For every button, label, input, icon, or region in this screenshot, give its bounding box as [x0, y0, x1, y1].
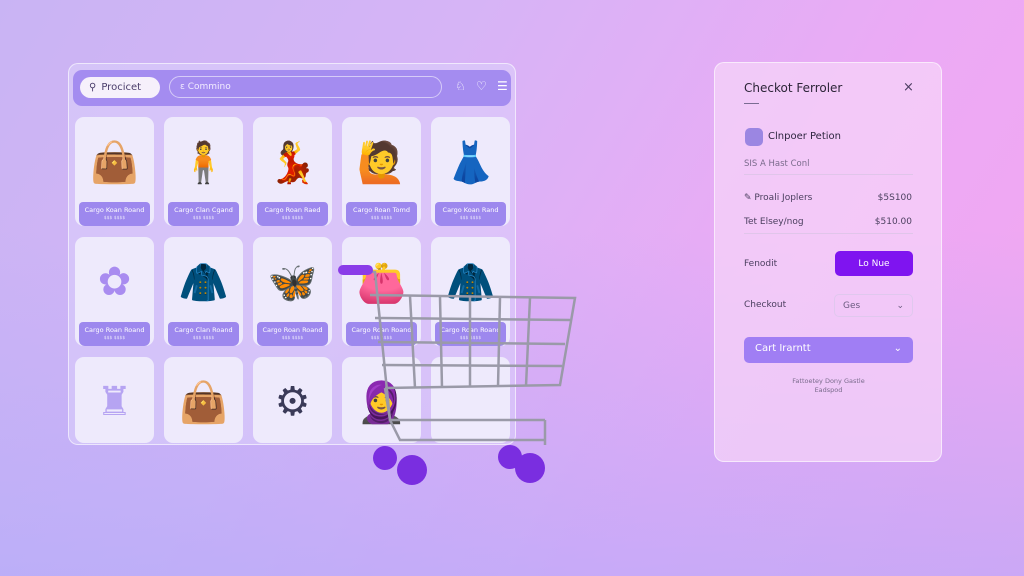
- store-header: ⚲ Procicet ɛ Commino ♘ ♡ ☰: [73, 70, 511, 106]
- woman-icon: 🙋: [356, 139, 407, 186]
- tag-icon: ✎: [744, 193, 755, 203]
- product-label: Cargo Roan Raed $$$ $$$$: [257, 202, 328, 226]
- checkout-label: Checkout: [744, 300, 787, 310]
- product-card[interactable]: 🙋 Cargo Roan Tomd $$$ $$$$: [342, 117, 421, 226]
- close-icon[interactable]: ×: [903, 80, 914, 95]
- product-card[interactable]: 💃 Cargo Roan Raed $$$ $$$$: [253, 117, 332, 226]
- product-subtitle: SIS A Hast Conl: [744, 159, 810, 169]
- product-card[interactable]: 👗 Cargo Koan Rand $$$ $$$$: [431, 117, 510, 226]
- search-input[interactable]: ɛ Commino: [169, 76, 442, 98]
- menu-icon[interactable]: ☰: [497, 79, 508, 93]
- product-tab[interactable]: ⚲ Procicet: [80, 77, 160, 98]
- heart-icon[interactable]: ♡: [476, 79, 487, 93]
- shopping-cart-illustration: [338, 265, 577, 485]
- checkout-panel: Checkot Ferroler × Clnpoer Petion SIS A …: [714, 62, 942, 462]
- promo-label: Fenodit: [744, 259, 778, 269]
- chevron-down-icon: ⌄: [893, 343, 902, 354]
- jacket-icon: 🧥: [178, 259, 229, 306]
- product-card[interactable]: 👜 Cargo Koan Roand $$$ $$$$: [75, 117, 154, 226]
- product-thumbnail-icon: [745, 128, 763, 146]
- product-label: Cargo Roan Roand $$$ $$$$: [257, 322, 328, 346]
- product-card[interactable]: ♜: [75, 357, 154, 443]
- row-value-1: $510.00: [874, 217, 912, 227]
- product-name: Clnpoer Petion: [768, 131, 841, 142]
- man-icon: 🧍: [178, 139, 229, 186]
- product-label: Cargo Koan Roand $$$ $$$$: [79, 202, 150, 226]
- product-card[interactable]: 👜: [164, 357, 243, 443]
- divider: [744, 174, 913, 175]
- product-card[interactable]: 🦋 Cargo Roan Roand $$$ $$$$: [253, 237, 332, 346]
- stroller-icon: ⚙: [274, 379, 311, 425]
- product-label: Cargo Clan Cgand $$$ $$$$: [168, 202, 239, 226]
- product-label: Cargo Clan Roand $$$ $$$$: [168, 322, 239, 346]
- product-card[interactable]: 🧥 Cargo Clan Roand $$$ $$$$: [164, 237, 243, 346]
- handbag-icon: 👜: [89, 139, 140, 186]
- flower-icon: ✿: [97, 259, 132, 305]
- title-underline: [744, 103, 759, 104]
- row-value-0: $5S100: [877, 193, 912, 203]
- product-label: Cargo Roan Roand $$$ $$$$: [79, 322, 150, 346]
- product-card[interactable]: ⚙: [253, 357, 332, 443]
- promo-apply-button[interactable]: Lo Nue: [835, 251, 913, 276]
- search-icon: ⚲: [89, 82, 97, 93]
- ribbon-icon[interactable]: ♘: [455, 79, 466, 93]
- checkout-select[interactable]: Ges ⌄: [834, 294, 913, 317]
- row-label-1: Tet Elsey/nog: [744, 217, 804, 227]
- chevron-down-icon: ⌄: [896, 301, 904, 311]
- girl-icon: 💃: [267, 139, 318, 186]
- product-label: Cargo Koan Rand $$$ $$$$: [435, 202, 506, 226]
- product-card[interactable]: ✿ Cargo Roan Roand $$$ $$$$: [75, 237, 154, 346]
- row-label-0: ✎ Proali Joplers: [744, 193, 813, 203]
- butterfly-icon: 🦋: [267, 259, 318, 306]
- checkout-title: Checkot Ferroler: [744, 81, 843, 95]
- product-label: Cargo Roan Tomd $$$ $$$$: [346, 202, 417, 226]
- tote-icon: 👜: [178, 379, 229, 426]
- divider: [744, 233, 913, 234]
- product-card[interactable]: 🧍 Cargo Clan Cgand $$$ $$$$: [164, 117, 243, 226]
- lamp-icon: ♜: [96, 379, 133, 425]
- outfit-icon: 👗: [445, 139, 496, 186]
- cart-button[interactable]: Cart Irarntt ⌄: [744, 337, 913, 363]
- footer-note: Fattoetey Dony Gastle Eadspod: [792, 377, 865, 394]
